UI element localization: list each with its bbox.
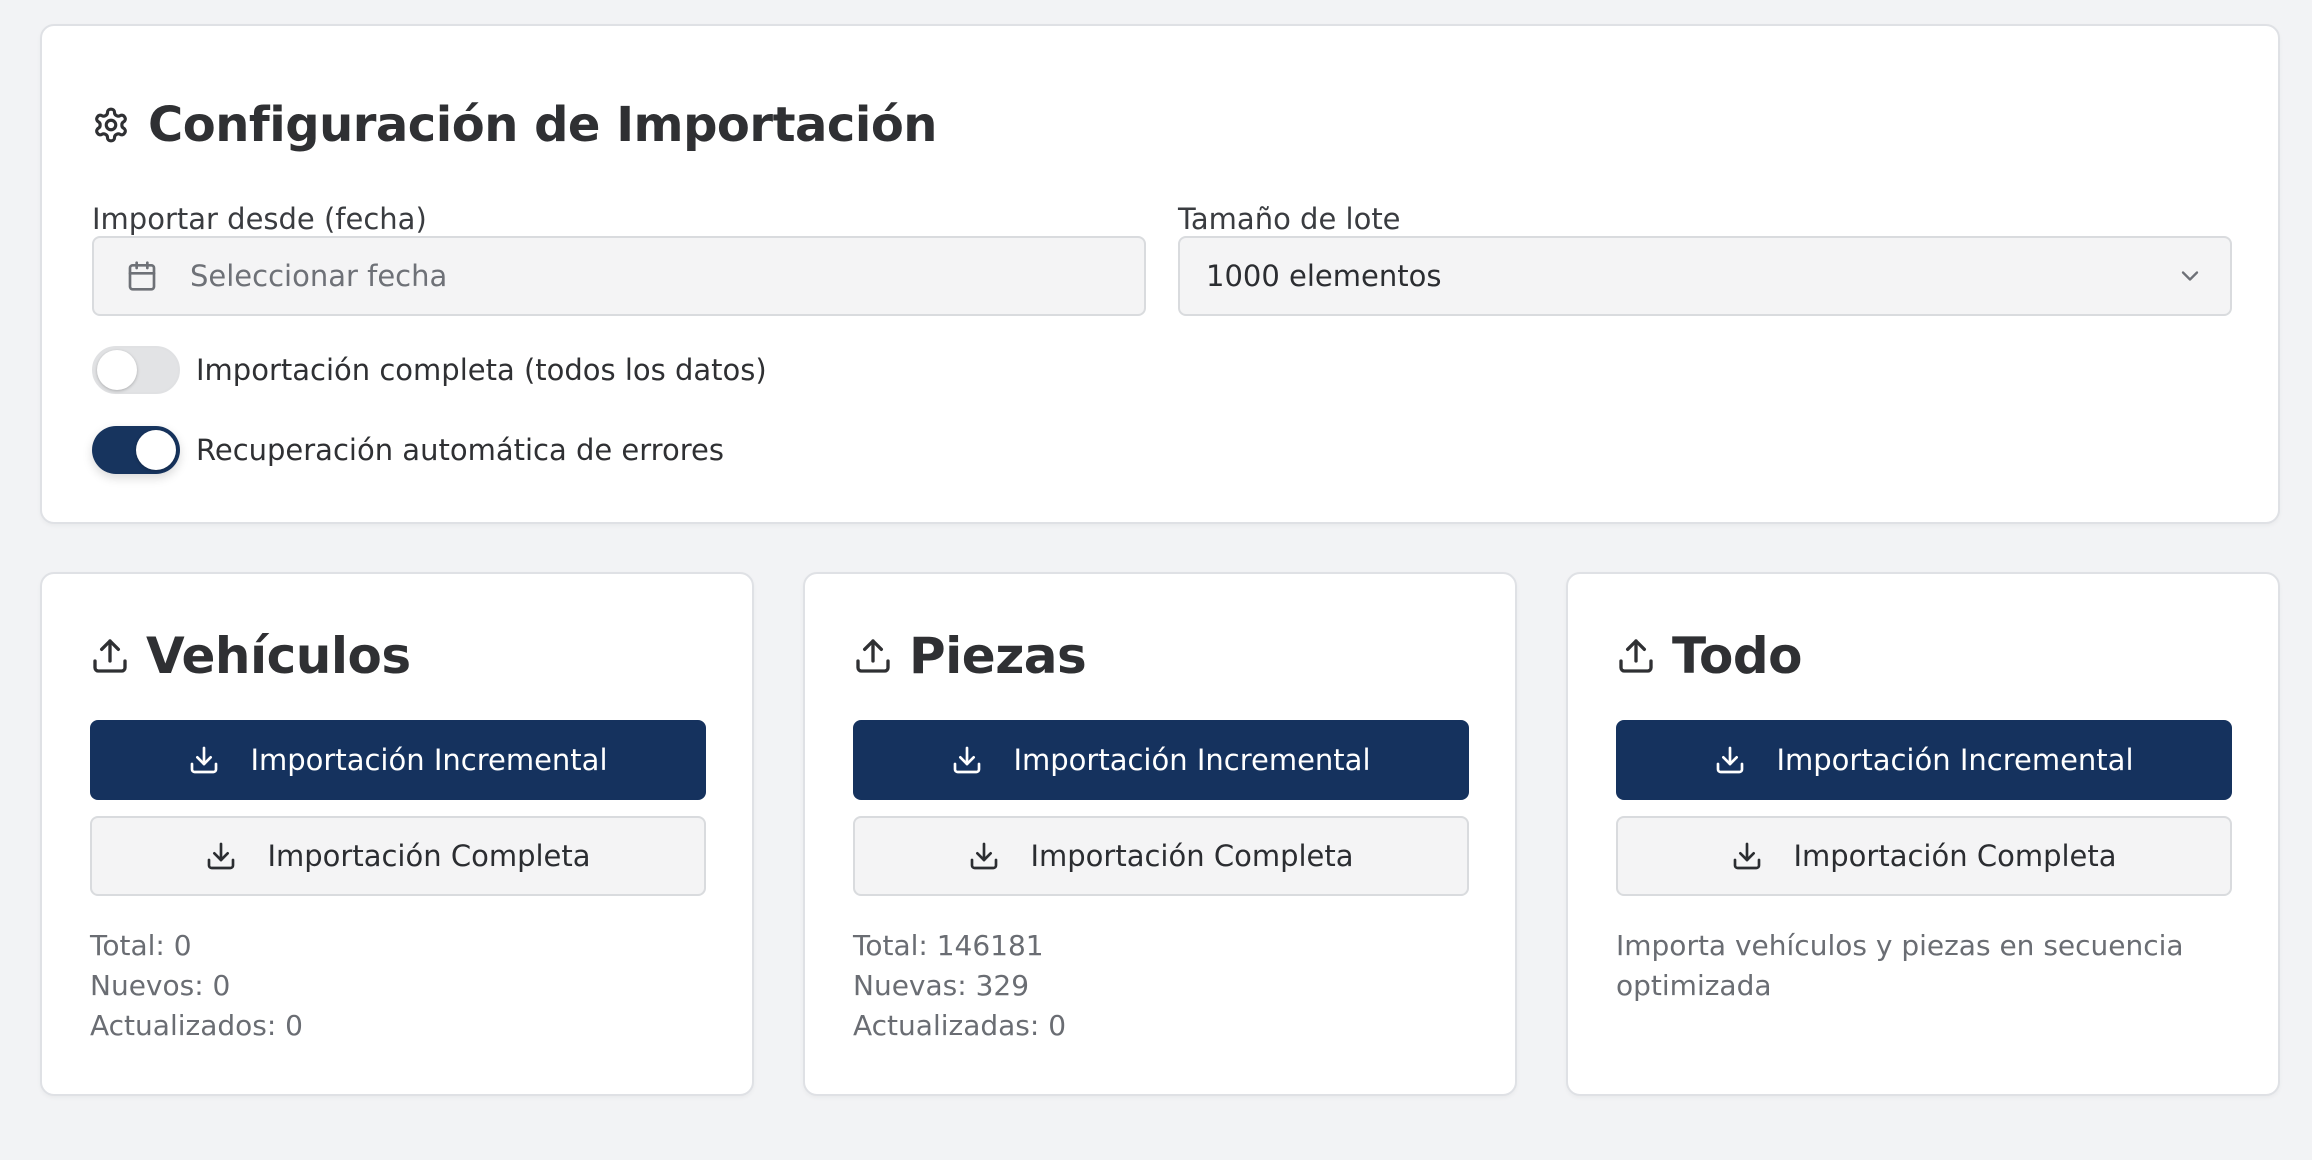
chevron-down-icon <box>2181 271 2199 281</box>
button-label: Importación Completa <box>1793 839 2117 873</box>
button-label: Importación Completa <box>1030 839 1354 873</box>
stat-total: Total: 146181 <box>853 929 1044 962</box>
download-icon <box>971 842 998 870</box>
vehicles-full-import-button[interactable]: Importación Completa <box>90 816 706 896</box>
auto-recovery-toggle[interactable] <box>92 426 180 474</box>
config-title: Configuración de Importación <box>92 88 937 162</box>
full-import-toggle-row: Importación completa (todos los datos) <box>92 346 767 394</box>
stat-updated: Actualizadas: 0 <box>853 1009 1067 1042</box>
gear-icon <box>95 107 127 143</box>
toggle-knob <box>97 350 137 390</box>
full-import-toggle[interactable] <box>92 346 180 394</box>
download-icon <box>208 842 235 870</box>
import-config-card: Configuración de Importación Importar de… <box>40 24 2280 524</box>
all-description: Importa vehículos y piezas en secuencia … <box>1616 929 2184 1002</box>
button-label: Importación Incremental <box>1776 743 2134 777</box>
batch-size-label: Tamaño de lote <box>1178 202 1401 236</box>
date-placeholder: Seleccionar fecha <box>190 259 448 293</box>
stat-new: Nuevos: 0 <box>90 969 231 1002</box>
vehicles-stats: Total: 0 Nuevos: 0 Actualizados: 0 <box>90 926 303 1046</box>
download-icon <box>1734 842 1761 870</box>
auto-recovery-toggle-row: Recuperación automática de errores <box>92 426 724 474</box>
parts-incremental-import-button[interactable]: Importación Incremental <box>853 720 1469 800</box>
stat-new: Nuevas: 329 <box>853 969 1030 1002</box>
vehicles-card: Vehículos Importación Incremental Import… <box>40 572 754 1096</box>
download-icon <box>1717 746 1744 774</box>
parts-full-import-button[interactable]: Importación Completa <box>853 816 1469 896</box>
auto-recovery-toggle-label: Recuperación automática de errores <box>196 433 724 467</box>
stat-updated: Actualizados: 0 <box>90 1009 303 1042</box>
full-import-toggle-label: Importación completa (todos los datos) <box>196 353 767 387</box>
vehicles-incremental-import-button[interactable]: Importación Incremental <box>90 720 706 800</box>
all-title: Todo <box>1616 618 1802 694</box>
date-label: Importar desde (fecha) <box>92 202 427 236</box>
download-icon <box>954 746 981 774</box>
config-title-text: Configuración de Importación <box>148 97 937 153</box>
toggle-knob <box>136 430 176 470</box>
calendar-icon <box>128 261 156 291</box>
button-label: Importación Incremental <box>250 743 608 777</box>
parts-title-text: Piezas <box>909 627 1087 685</box>
all-card: Todo Importación Incremental Importación… <box>1566 572 2280 1096</box>
parts-stats: Total: 146181 Nuevas: 329 Actualizadas: … <box>853 926 1066 1046</box>
all-incremental-import-button[interactable]: Importación Incremental <box>1616 720 2232 800</box>
batch-size-select[interactable]: 1000 elementos <box>1178 236 2232 316</box>
batch-size-value: 1000 elementos <box>1206 259 1442 293</box>
vehicles-title: Vehículos <box>90 618 411 694</box>
button-label: Importación Completa <box>267 839 591 873</box>
upload-icon <box>93 639 127 673</box>
vehicles-title-text: Vehículos <box>146 627 411 685</box>
all-full-import-button[interactable]: Importación Completa <box>1616 816 2232 896</box>
parts-title: Piezas <box>853 618 1087 694</box>
upload-icon <box>1619 639 1653 673</box>
date-picker-input[interactable]: Seleccionar fecha <box>92 236 1146 316</box>
all-title-text: Todo <box>1672 627 1802 685</box>
stat-total: Total: 0 <box>90 929 192 962</box>
download-icon <box>191 746 218 774</box>
button-label: Importación Incremental <box>1013 743 1371 777</box>
upload-icon <box>856 639 890 673</box>
parts-card: Piezas Importación Incremental Importaci… <box>803 572 1517 1096</box>
page: Configuración de Importación Importar de… <box>0 0 2312 1160</box>
